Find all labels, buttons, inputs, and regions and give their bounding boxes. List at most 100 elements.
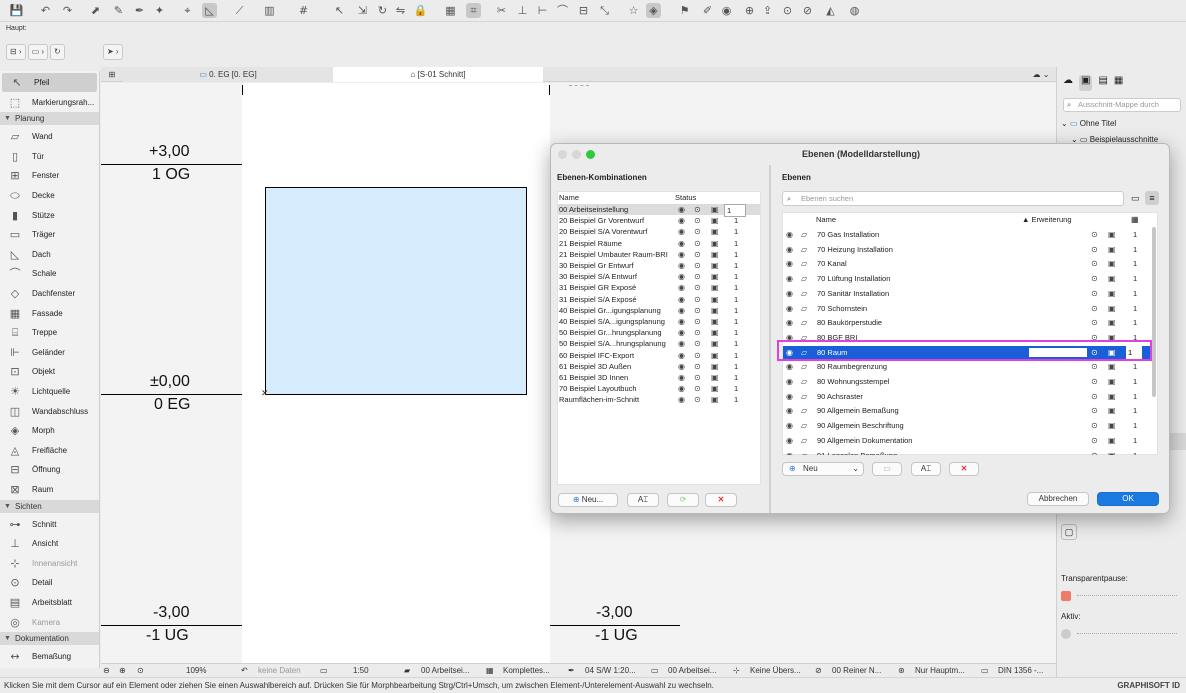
grid-icon[interactable]: # (296, 3, 311, 18)
layer-row[interactable]: ◉ ▱ 80 Wohnungsstempel ⊙ ▣ 1 (783, 375, 1151, 388)
combo-row[interactable]: 50 Beispiel Gr...hrungsplanung ◉ ⊙ ▣ 1 (558, 327, 760, 338)
tool-railing[interactable]: ⊩ Geländer (0, 343, 99, 362)
wireframe-icon[interactable]: ▣ (1108, 419, 1116, 432)
layer-row[interactable]: ◉ ▱ 70 Kanal ⊙ ▣ 1 (783, 257, 1151, 270)
lock-status-icon[interactable]: ⊙ (1091, 419, 1098, 432)
lock-status-icon[interactable]: ⊙ (1091, 272, 1098, 285)
combo-row[interactable]: 60 Beispiel IFC-Export ◉ ⊙ ▣ 1 (558, 350, 760, 361)
visibility-eye-icon[interactable]: ◉ (678, 294, 685, 305)
wireframe-icon[interactable]: ▣ (711, 361, 719, 372)
resize-icon[interactable]: ⤡ (597, 3, 612, 18)
lock-status-icon[interactable]: ⊙ (1091, 302, 1098, 315)
visibility-eye-icon[interactable]: ◉ (678, 316, 685, 327)
lock-status-icon[interactable]: ⊙ (1091, 360, 1098, 373)
toolbox-group[interactable]: ▼ Sichten (0, 499, 99, 513)
wireframe-icon[interactable]: ▣ (711, 215, 719, 226)
navigator-tree-item-root[interactable]: ⌄ ▭ Ohne Titel (1061, 118, 1116, 130)
lock-status-icon[interactable]: ⊙ (1091, 375, 1098, 388)
layer-row[interactable]: ◉ ▱ 90 Achsraster ⊙ ▣ 1 (783, 390, 1151, 403)
tool-beam[interactable]: ▭ Träger (0, 225, 99, 244)
layer-combo-icon[interactable]: ▰ (404, 664, 410, 677)
scale-value[interactable]: 1:50 (353, 664, 369, 677)
project-map-icon[interactable]: ☁ (1063, 75, 1073, 91)
visibility-eye-icon[interactable]: ◉ (678, 361, 685, 372)
wireframe-icon[interactable]: ▣ (1108, 434, 1116, 447)
tool-dimension[interactable]: ↔ Bemaßung (0, 647, 99, 666)
ok-button[interactable]: OK (1097, 492, 1159, 506)
lock-status-icon[interactable]: ⊙ (694, 215, 701, 226)
render-icon[interactable]: ◍ (847, 3, 862, 18)
lock-status-icon[interactable]: ⊙ (694, 361, 701, 372)
tab-section[interactable]: ⌂ [S-01 Schnitt] (333, 67, 543, 82)
wireframe-icon[interactable]: ▣ (1108, 390, 1116, 403)
wireframe-icon[interactable]: ▣ (711, 327, 719, 338)
wireframe-icon[interactable]: ▣ (711, 394, 719, 405)
visibility-eye-icon[interactable]: ◉ (678, 260, 685, 271)
tool-object[interactable]: ⊡ Objekt (0, 362, 99, 381)
visibility-eye-icon[interactable]: ◉ (786, 272, 793, 285)
geometry-method-button[interactable]: ⊟ › (6, 44, 26, 60)
tool-arrow[interactable]: ↖ Pfeil (2, 73, 97, 92)
dim-icon[interactable]: ▭ (981, 664, 989, 677)
offset-icon[interactable]: ⇲ (355, 3, 370, 18)
wireframe-icon[interactable]: ▣ (1108, 316, 1116, 329)
visibility-eye-icon[interactable]: ◉ (786, 360, 793, 373)
wireframe-icon[interactable]: ▣ (711, 238, 719, 249)
override-icon[interactable]: ⊹ (733, 664, 740, 677)
scale-icon[interactable]: ▭ (320, 664, 328, 677)
visibility-eye-icon[interactable]: ◉ (678, 282, 685, 293)
visibility-eye-icon[interactable]: ◉ (678, 271, 685, 282)
model-view-icon[interactable]: ▦ (486, 664, 494, 677)
combo-row[interactable]: 30 Beispiel S/A Entwurf ◉ ⊙ ▣ 1 (558, 271, 760, 282)
combo-row[interactable]: 40 Beispiel Gr...igungsplanung ◉ ⊙ ▣ 1 (558, 305, 760, 316)
toolbox-group[interactable]: ▼ Dokumentation (0, 632, 99, 646)
visibility-eye-icon[interactable]: ◉ (786, 228, 793, 241)
pen-set-icon[interactable]: ✒ (568, 664, 575, 677)
redo-icon[interactable]: ↷ (60, 3, 75, 18)
split-icon[interactable]: ⊟ (576, 3, 591, 18)
rotate-icon[interactable]: ↻ (375, 3, 390, 18)
zoom-icon[interactable]: ⊙ (780, 3, 795, 18)
layer-row[interactable]: ◉ ▱ 90 Allgemein Bemaßung ⊙ ▣ 1 (783, 404, 1151, 417)
splitter[interactable] (769, 165, 771, 513)
lock-status-icon[interactable]: ⊙ (694, 316, 701, 327)
layer-delete-button[interactable]: ✕ (949, 462, 979, 476)
zoom-icon[interactable]: ⊙ (137, 664, 144, 677)
lock-status-icon[interactable]: ⊙ (1091, 243, 1098, 256)
calculator-icon[interactable]: ▦ (443, 3, 458, 18)
layer-row[interactable]: ◉ ▱ 70 Sanitär Installation ⊙ ▣ 1 (783, 287, 1151, 300)
tool-level-dimension[interactable]: ⊼Höhenkote (0, 667, 99, 668)
layer-rename-button[interactable]: A⌶ (911, 462, 941, 476)
combo-row[interactable]: 50 Beispiel S/A...hrungsplanung ◉ ⊙ ▣ 1 (558, 338, 760, 349)
pen-set-value[interactable]: 04 S/W 1:20... (585, 664, 636, 677)
visibility-eye-icon[interactable]: ◉ (786, 243, 793, 256)
suspend-group-icon[interactable]: ⌗ (466, 3, 481, 18)
wireframe-icon[interactable]: ▣ (711, 305, 719, 316)
renovation-value[interactable]: 00 Reiner N... (832, 664, 881, 677)
eye-icon[interactable]: ◉ (719, 3, 734, 18)
layer-options-button[interactable]: ▭ (872, 462, 902, 476)
tool-section[interactable]: ⊶ Schnitt (0, 515, 99, 534)
wireframe-icon[interactable]: ▣ (1108, 449, 1116, 456)
layers-search-input[interactable]: ⌕ Ebenen suchen (782, 191, 1124, 206)
tool-detail[interactable]: ⊙ Detail (0, 573, 99, 592)
layer-row[interactable]: ◉ ▱ 70 Lüftung Installation ⊙ ▣ 1 (783, 272, 1151, 285)
wireframe-icon[interactable]: ▣ (1108, 243, 1116, 256)
layer-row[interactable]: ◉ ▱ 70 Heizung Installation ⊙ ▣ 1 (783, 243, 1151, 256)
lock-status-icon[interactable]: ⊙ (1091, 316, 1098, 329)
snap-guide-icon[interactable]: ⌖ (180, 3, 195, 18)
arrow-select-icon[interactable]: ⬈ (88, 3, 103, 18)
wireframe-icon[interactable]: ▣ (1108, 287, 1116, 300)
visibility-eye-icon[interactable]: ◉ (678, 383, 685, 394)
layout-book-icon[interactable]: ▤ (1098, 75, 1107, 91)
tool-lamp[interactable]: ☀ Lichtquelle (0, 382, 99, 401)
wireframe-icon[interactable]: ▣ (711, 226, 719, 237)
combo-row[interactable]: 61 Beispiel 3D Innen ◉ ⊙ ▣ 1 (558, 372, 760, 383)
wireframe-icon[interactable]: ▣ (1108, 404, 1116, 417)
tool-zone[interactable]: ⊠ Raum (0, 480, 99, 499)
eyedropper-icon[interactable]: ✎ (111, 3, 126, 18)
pen-options-icon[interactable]: ▢ (1061, 524, 1077, 540)
visibility-eye-icon[interactable]: ◉ (786, 419, 793, 432)
layers-scrollbar[interactable] (1152, 227, 1156, 397)
combo-row[interactable]: 30 Beispiel Gr Entwurf ◉ ⊙ ▣ 1 (558, 260, 760, 271)
